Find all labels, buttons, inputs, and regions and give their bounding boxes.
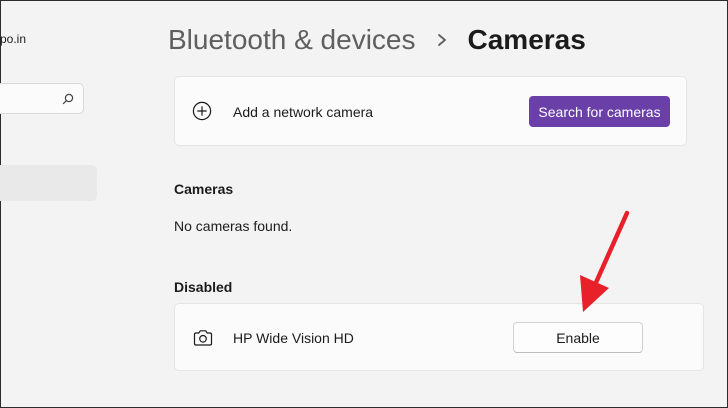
search-for-cameras-button[interactable]: Search for cameras	[529, 96, 670, 127]
breadcrumb: Bluetooth & devices Cameras	[168, 20, 586, 60]
account-email: po.in	[0, 32, 27, 46]
breadcrumb-parent-link[interactable]: Bluetooth & devices	[168, 24, 416, 56]
no-cameras-text: No cameras found.	[174, 218, 293, 234]
enable-camera-button[interactable]: Enable	[513, 322, 643, 353]
camera-name: HP Wide Vision HD	[233, 330, 354, 346]
settings-search-input[interactable]	[0, 83, 84, 114]
page-title: Cameras	[467, 24, 586, 55]
search-icon	[62, 93, 74, 105]
add-circle-icon	[192, 101, 212, 121]
sidebar-item-selected[interactable]	[0, 165, 97, 201]
disabled-section-title: Disabled	[174, 279, 233, 295]
camera-icon	[193, 330, 213, 346]
chevron-right-icon	[437, 34, 446, 46]
network-camera-label: Add a network camera	[233, 104, 374, 120]
cameras-section-title: Cameras	[174, 181, 234, 197]
network-camera-card: Add a network camera Search for cameras	[174, 76, 687, 146]
annotation-arrow-icon	[580, 210, 630, 312]
